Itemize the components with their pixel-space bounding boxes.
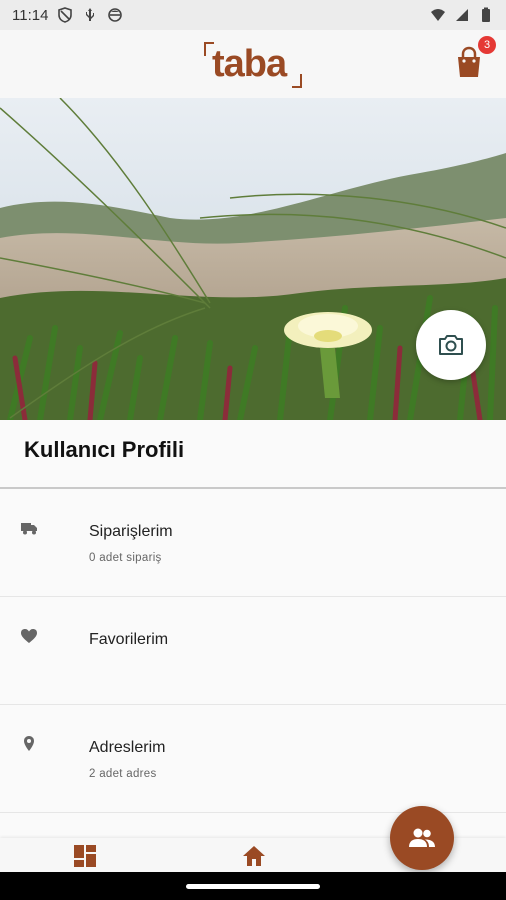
- home-gesture-handle[interactable]: [186, 884, 320, 889]
- menu-item-addresses[interactable]: Adreslerim 2 adet adres: [0, 705, 506, 813]
- logo-text: taba: [212, 43, 287, 85]
- menu-subtext: 2 adet adres: [89, 768, 157, 780]
- logo[interactable]: taba: [204, 40, 302, 90]
- system-navigation-bar: [0, 872, 506, 900]
- menu-label: Adreslerim: [89, 739, 166, 756]
- wifi-icon: [431, 9, 445, 21]
- shield-icon: [58, 7, 73, 23]
- camera-icon: [439, 335, 463, 355]
- truck-icon: [21, 523, 37, 535]
- usb-icon: [86, 8, 95, 21]
- heart-icon: [21, 629, 37, 643]
- profile-fab-button[interactable]: [390, 806, 454, 870]
- app-header: taba: [0, 30, 506, 98]
- page-title: Kullanıcı Profili: [24, 437, 185, 462]
- location-pin-icon: [24, 736, 34, 751]
- home-icon[interactable]: [242, 844, 266, 868]
- signal-icon: [456, 9, 468, 21]
- menu-label: Favorilerim: [89, 631, 169, 648]
- menu-item-orders[interactable]: Siparişlerim 0 adet sipariş: [0, 489, 506, 597]
- change-cover-photo-button[interactable]: [416, 310, 486, 380]
- logo-bracket-bottom-right: [292, 74, 302, 88]
- dashboard-icon[interactable]: [73, 844, 97, 868]
- cart-count-badge: 3: [478, 36, 496, 54]
- menu-subtext: 0 adet sipariş: [89, 552, 162, 564]
- menu-label: Siparişlerim: [89, 523, 173, 540]
- menu-item-favorites[interactable]: Favorilerim: [0, 597, 506, 705]
- sync-icon: [108, 8, 123, 22]
- status-time: 11:14: [12, 6, 49, 24]
- people-icon: [409, 828, 435, 847]
- battery-icon: [482, 7, 490, 22]
- status-bar: 11:14: [0, 0, 506, 30]
